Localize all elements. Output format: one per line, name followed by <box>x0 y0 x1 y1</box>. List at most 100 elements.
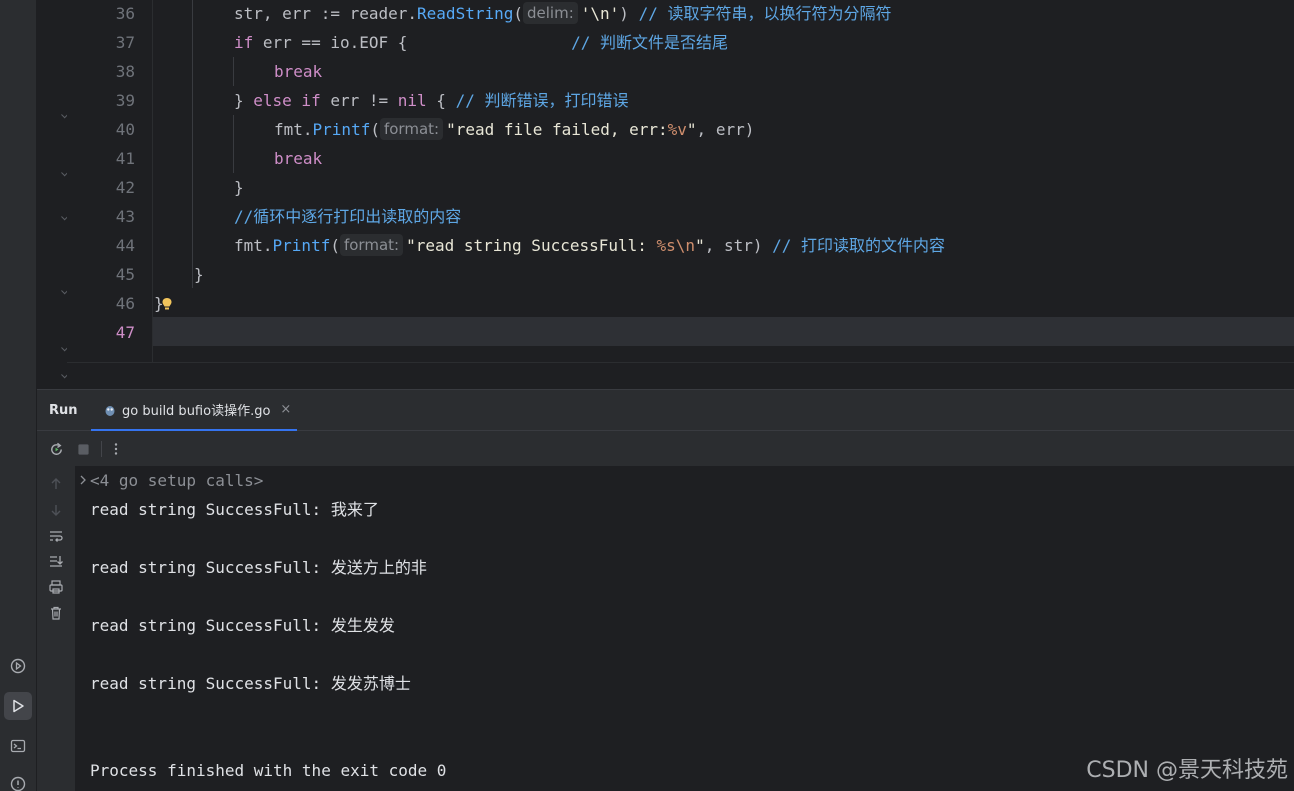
line-number: 45 <box>115 265 135 284</box>
expand-chevron-icon[interactable] <box>78 474 88 486</box>
run-tool-window-header: Run go build bufio读操作.go × <box>37 389 1294 431</box>
code-token: '\n' <box>580 4 620 23</box>
code-line-37: if err == io.EOF { // 判断文件是否结尾 <box>234 28 728 57</box>
console-line: read string SuccessFull: 发发苏博士 <box>90 674 411 693</box>
terminal-icon-glyph <box>10 739 26 753</box>
code-token: // 判断错误，打印错误 <box>455 91 629 110</box>
code-line-45: } <box>194 260 204 289</box>
gutter-divider <box>152 0 153 362</box>
stop-button[interactable] <box>73 439 93 459</box>
code-token: %v <box>667 120 687 139</box>
code-token: } <box>234 178 244 197</box>
line-number-gutter[interactable]: 36 37 38 39 40 41 42 43 44 45 46 47 <box>67 0 153 389</box>
code-token: fmt. <box>274 120 313 139</box>
setup-calls-folded[interactable]: <4 go setup calls> <box>90 466 263 495</box>
trash-icon <box>51 606 61 620</box>
services-icon[interactable] <box>4 652 32 680</box>
lightbulb-glyph <box>162 298 172 310</box>
code-token: , str) <box>704 236 773 255</box>
more-options-button[interactable] <box>106 439 126 459</box>
code-token: str, err := reader. <box>234 4 418 23</box>
indent-guide <box>233 57 234 86</box>
code-token: // 打印读取的文件内容 <box>772 236 946 255</box>
code-token: err != <box>320 91 398 110</box>
problems-icon-glyph <box>10 776 26 791</box>
code-line-41: break <box>274 144 322 173</box>
code-token: ( <box>330 236 340 255</box>
previous-occurrence-button[interactable] <box>46 474 66 494</box>
arrow-down-icon <box>51 505 61 516</box>
code-line-40: fmt.Printf(format: "read file failed, err… <box>274 115 754 144</box>
scroll-to-end-button[interactable] <box>46 551 66 571</box>
code-token: " <box>695 236 705 255</box>
code-token: { <box>426 91 456 110</box>
exit-message: Process finished with the exit code 0 <box>90 761 447 780</box>
line-number: 43 <box>115 207 135 226</box>
indent-guide <box>192 0 193 288</box>
code-token: // 读取字符串，以换行符为分隔符 <box>638 4 892 23</box>
console-output[interactable]: <4 go setup calls> read string SuccessFu… <box>75 466 1294 791</box>
stop-icon <box>77 443 89 455</box>
parameter-hint: format: <box>339 234 404 256</box>
code-token: ( <box>370 120 380 139</box>
activity-bar <box>0 0 37 791</box>
code-token: } <box>234 91 254 110</box>
services-icon-glyph <box>10 658 26 674</box>
line-number: 39 <box>115 91 135 110</box>
problems-icon[interactable] <box>4 770 32 791</box>
rerun-button[interactable] <box>46 439 66 459</box>
code-token: ) <box>619 4 639 23</box>
run-tab-label: go build bufio读操作.go <box>122 404 271 419</box>
code-token: ReadString <box>417 4 514 23</box>
line-number: 40 <box>115 120 135 139</box>
clear-all-button[interactable] <box>46 603 66 623</box>
code-token: nil <box>397 91 427 110</box>
toolbar-separator <box>101 441 102 457</box>
code-line-38: break <box>274 57 322 86</box>
line-number: 37 <box>115 33 135 52</box>
close-tab-icon[interactable]: × <box>280 402 291 417</box>
line-number: 38 <box>115 62 135 81</box>
indent-guide <box>233 115 234 173</box>
gopher-icon <box>105 405 115 416</box>
intention-lightbulb-icon[interactable] <box>161 296 173 310</box>
code-token: " <box>686 120 697 139</box>
run-side-toolbar <box>37 466 75 791</box>
code-token: // 判断文件是否结尾 <box>417 33 729 52</box>
run-title: Run <box>49 403 78 418</box>
code-token: Printf <box>272 236 331 255</box>
run-tool-icon[interactable] <box>4 692 32 720</box>
watermark: CSDN @景天科技苑 <box>1086 758 1288 783</box>
code-line-44: fmt.Printf(format: "read string SuccessFu… <box>234 231 945 260</box>
code-token: //循环中逐行打印出读取的内容 <box>234 207 462 226</box>
code-token: ( <box>513 4 523 23</box>
rerun-icon <box>50 442 62 455</box>
terminal-icon[interactable] <box>4 732 32 760</box>
next-occurrence-button[interactable] <box>46 500 66 520</box>
code-editor[interactable]: 36 37 38 39 40 41 42 43 44 45 46 47 str,… <box>37 0 1294 389</box>
soft-wrap-button[interactable] <box>46 526 66 546</box>
code-token: break <box>274 149 323 168</box>
line-number-current: 47 <box>115 323 135 342</box>
editor-bottom-border <box>67 362 1294 363</box>
current-line-highlight <box>67 317 1294 346</box>
code-line-36: str, err := reader.ReadString(delim: '\n'… <box>234 0 891 28</box>
print-icon <box>49 580 63 594</box>
code-token: %s <box>656 236 676 255</box>
line-number: 44 <box>115 236 135 255</box>
line-number: 42 <box>115 178 135 197</box>
console-line: read string SuccessFull: 发送方上的非 <box>90 558 427 577</box>
console-line: read string SuccessFull: 发生发发 <box>90 616 395 635</box>
run-toolbar <box>37 431 1294 466</box>
code-token: } <box>194 265 204 284</box>
code-token: fmt. <box>234 236 273 255</box>
line-number: 36 <box>115 4 135 23</box>
console-line: read string SuccessFull: 我来了 <box>90 500 379 519</box>
code-token: "read file failed, err: <box>446 120 668 139</box>
run-configuration-tab[interactable]: go build bufio读操作.go × <box>91 390 297 431</box>
run-tool-icon-glyph <box>13 699 24 713</box>
code-line-39: } else if err != nil { // 判断错误，打印错误 <box>234 86 628 115</box>
code-token: if <box>234 33 254 52</box>
code-token: else if <box>253 91 321 110</box>
print-button[interactable] <box>46 577 66 597</box>
